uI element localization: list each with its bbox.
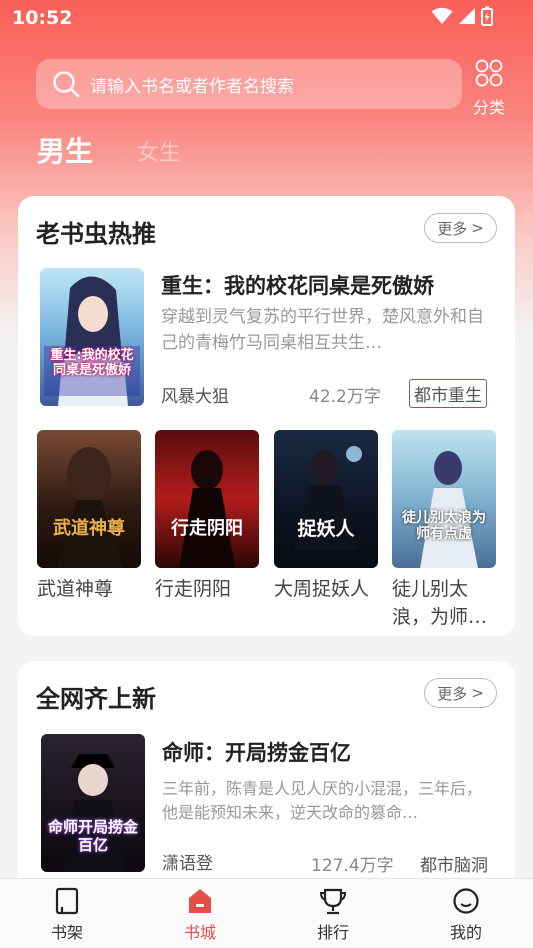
- cover-title-text: 徒儿别太浪为师有点虚: [402, 510, 486, 542]
- book-title[interactable]: 徒儿别太浪，为师…: [392, 575, 496, 631]
- wifi-icon: [431, 7, 453, 24]
- chevron-right-icon: >: [471, 684, 484, 702]
- new-releases-section: 全网齐上新 更多 > 命师开局捞金百亿 命师：开局捞金百亿 三年前，陈青是人见人…: [18, 661, 515, 891]
- tab-female[interactable]: 女生: [137, 135, 181, 167]
- nav-bookshelf[interactable]: 书架: [27, 887, 107, 943]
- featured-book-cover[interactable]: 重生:我的校花同桌是死傲娇: [40, 268, 144, 406]
- battery-icon: [481, 6, 493, 26]
- book-title[interactable]: 行走阴阳: [155, 575, 259, 603]
- nav-bookstore[interactable]: 书城: [160, 887, 240, 943]
- cover-title-text: 捉妖人: [297, 518, 355, 540]
- bottom-nav: 书架 书城 排行 我的: [0, 878, 533, 948]
- category-label: 分类: [472, 98, 505, 117]
- book-cover[interactable]: 武道神尊: [37, 430, 141, 568]
- chevron-right-icon: >: [471, 219, 484, 237]
- book-cover[interactable]: 徒儿别太浪为师有点虚: [392, 430, 496, 568]
- more-label: 更多: [437, 684, 468, 703]
- cover-illustration: [57, 447, 123, 568]
- featured-book-desc: 穿越到灵气复苏的平行世界，楚风意外和自己的青梅竹马同桌相互共生…: [161, 307, 484, 353]
- featured-book-title[interactable]: 重生：我的校花同桌是死傲娇: [161, 270, 434, 300]
- featured-tag: 都市重生: [409, 379, 487, 408]
- nav-label: 书架: [50, 923, 83, 942]
- status-time: 10:52: [12, 7, 73, 29]
- bookshelf-icon: [55, 887, 79, 915]
- profile-icon: [453, 888, 479, 914]
- cover-title-text: 命师开局捞金百亿: [47, 818, 138, 854]
- cover-illustration: [179, 450, 235, 568]
- cover-illustration: [44, 276, 140, 406]
- featured-word-count: 127.4万字: [311, 856, 394, 876]
- nav-label: 书城: [183, 923, 216, 942]
- book-title[interactable]: 武道神尊: [37, 575, 141, 603]
- section-title: 老书虫热推: [36, 220, 156, 248]
- more-label: 更多: [437, 219, 468, 238]
- nav-profile[interactable]: 我的: [426, 887, 506, 943]
- featured-book-title[interactable]: 命师：开局捞金百亿: [162, 737, 351, 767]
- more-button[interactable]: 更多 >: [424, 213, 497, 243]
- cover-illustration: [294, 446, 362, 550]
- book-cover[interactable]: 行走阴阳: [155, 430, 259, 568]
- cover-title-text: 重生:我的校花同桌是死傲娇: [50, 348, 134, 378]
- featured-book-cover[interactable]: 命师开局捞金百亿: [41, 734, 145, 872]
- nav-label: 我的: [449, 923, 482, 942]
- book-title[interactable]: 大周捉妖人: [274, 575, 378, 603]
- featured-book-desc: 三年前，陈青是人见人厌的小混混，三年后，他是能预知未来，逆天改命的篡命…: [162, 779, 483, 822]
- category-button[interactable]: 分类: [470, 58, 508, 117]
- signal-icon: [459, 8, 475, 24]
- book-cover[interactable]: 捉妖人: [274, 430, 378, 568]
- more-button[interactable]: 更多 >: [424, 678, 497, 708]
- search-input[interactable]: 请输入书名或者作者名搜索: [36, 59, 462, 109]
- status-icons: [431, 6, 493, 26]
- tab-male[interactable]: 男生: [37, 130, 93, 170]
- section-title: 全网齐上新: [36, 685, 156, 713]
- nav-label: 排行: [316, 923, 349, 942]
- category-grid-icon: [475, 59, 503, 87]
- featured-tag: 都市脑洞: [420, 856, 488, 876]
- cover-title-text: 武道神尊: [53, 518, 125, 539]
- cover-title-text: 行走阴阳: [171, 518, 243, 539]
- cover-illustration: [420, 451, 478, 568]
- bookstore-icon: [189, 889, 211, 913]
- nav-ranking[interactable]: 排行: [293, 887, 373, 943]
- featured-book-author: 风暴大狙: [161, 387, 229, 407]
- search-icon: [53, 71, 80, 98]
- search-placeholder: 请输入书名或者作者名搜索: [90, 76, 294, 97]
- hot-picks-section: 老书虫热推 更多 > 重生:我的校花同桌是死傲娇 重生：我的校花同桌是死傲娇 穿…: [18, 196, 515, 636]
- featured-word-count: 42.2万字: [309, 387, 381, 407]
- featured-book-author: 潇语登: [162, 854, 213, 874]
- status-bar: 10:52: [0, 0, 533, 36]
- trophy-icon: [319, 888, 347, 915]
